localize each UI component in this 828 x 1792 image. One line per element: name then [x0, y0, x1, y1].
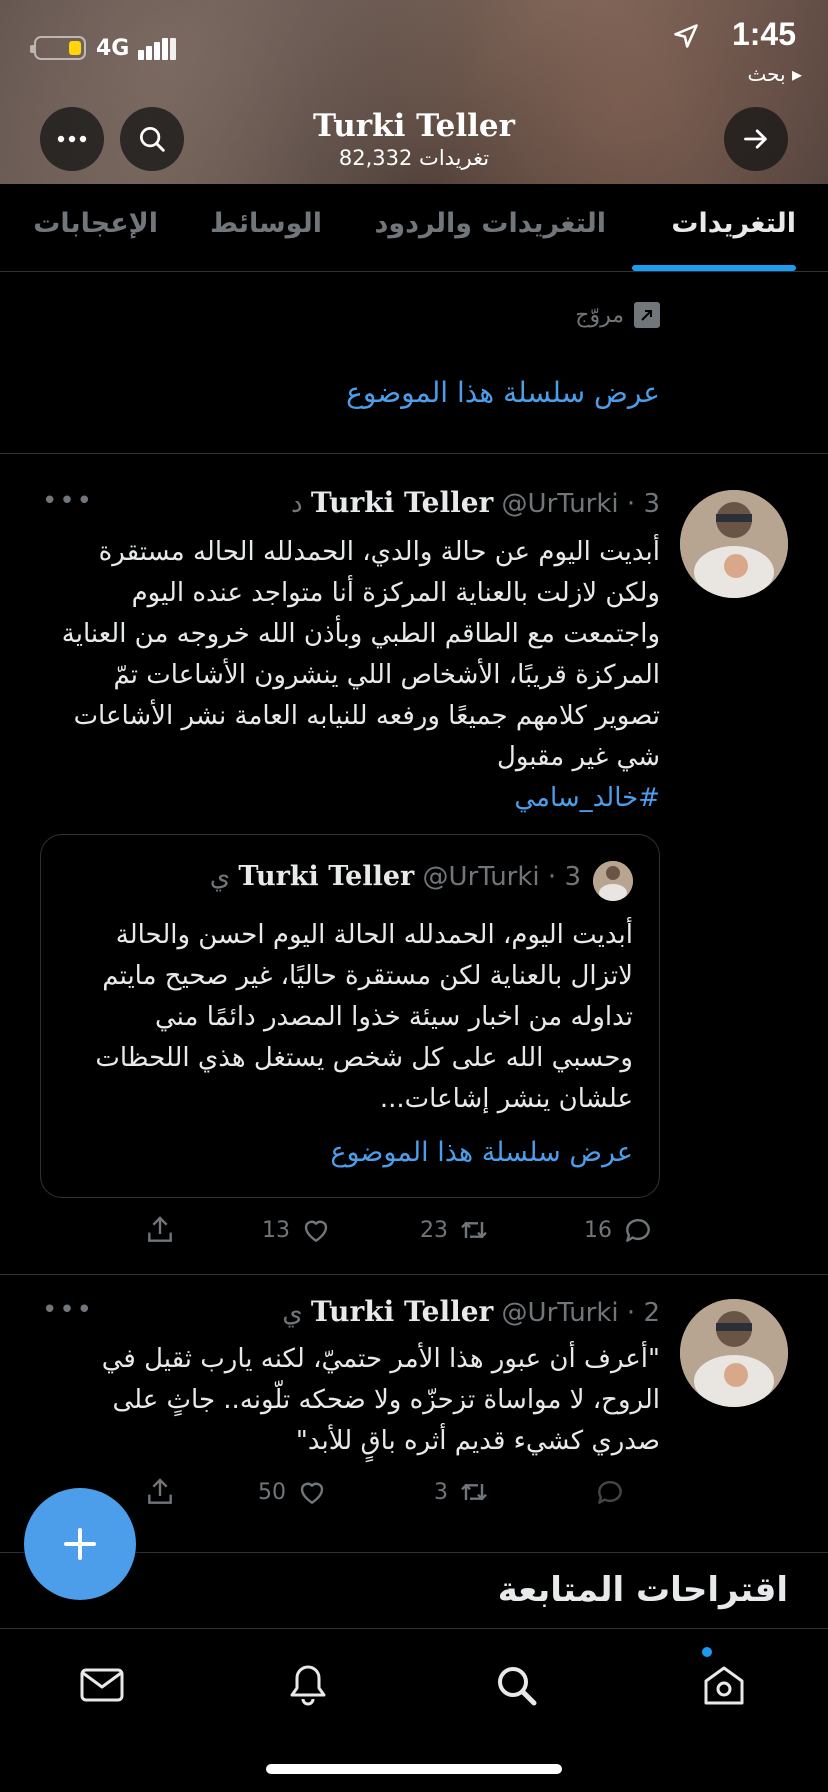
plus-icon [64, 1528, 96, 1560]
tweet-header: Turki Teller @UrTurki · 3 د [291, 486, 660, 526]
bell-icon [290, 1665, 326, 1706]
heart-icon [300, 1482, 324, 1504]
like-count: 50 [258, 1479, 286, 1505]
promoted-icon [634, 302, 660, 328]
like-count: 13 [262, 1217, 290, 1243]
reply-icon [598, 1481, 622, 1504]
tweet-more-button[interactable]: ••• [42, 1295, 94, 1325]
home-icon [704, 1666, 744, 1705]
author-name[interactable]: Turki Teller [311, 486, 493, 519]
author-handle: @UrTurki [501, 1298, 619, 1328]
header-title-block: Turki Teller 82,332 تغريدات [0, 108, 828, 170]
quoted-tweet[interactable]: Turki Teller @UrTurki · 3 ي أبديت اليوم،… [40, 834, 660, 1198]
share-button[interactable] [144, 1214, 176, 1246]
tweet-body-text: أبديت اليوم عن حالة والدي، الحمدلله الحا… [61, 537, 660, 772]
author-handle: @UrTurki [501, 489, 619, 519]
tweet-text: أبديت اليوم عن حالة والدي، الحمدلله الحا… [56, 532, 660, 819]
tweet-count: 82,332 تغريدات [338, 146, 490, 170]
quote-author-handle: @UrTurki [422, 862, 540, 892]
promoted-label-row: مروّج [575, 302, 660, 328]
avatar[interactable] [680, 490, 788, 598]
retweet-icon [461, 1221, 487, 1239]
like-button[interactable]: 50 [258, 1476, 328, 1508]
retweet-icon [461, 1483, 487, 1501]
profile-name: Turki Teller [313, 108, 515, 144]
back-to-search-link[interactable]: بحث ▸ [747, 62, 802, 86]
reply-button[interactable]: 16 [584, 1214, 654, 1246]
status-bar: 4G 1:45 بحث ▸ [0, 0, 828, 100]
home-new-indicator [702, 1647, 712, 1657]
quote-header: Turki Teller @UrTurki · 3 ي [210, 861, 581, 892]
hashtag-link[interactable]: #خالد_سامي [514, 783, 660, 813]
location-arrow-icon [674, 24, 698, 48]
tweet-more-button[interactable]: ••• [42, 486, 94, 516]
retweet-count: 23 [420, 1217, 448, 1243]
retweet-button[interactable]: 23 [420, 1214, 490, 1246]
heart-icon [304, 1220, 328, 1242]
promoted-text: مروّج [575, 302, 624, 328]
share-button[interactable] [144, 1476, 176, 1508]
tab-likes[interactable]: الإعجابات [33, 208, 158, 239]
retweet-count: 3 [434, 1479, 448, 1505]
tab-tweets-and-replies[interactable]: التغريدات والردود [375, 208, 606, 239]
reply-button[interactable] [584, 1476, 626, 1508]
network-type: 4G [96, 36, 130, 61]
tab-tweets[interactable]: التغريدات [671, 208, 796, 239]
reply-icon [626, 1219, 650, 1242]
tweet-header: Turki Teller @UrTurki · 2 ي [282, 1295, 660, 1335]
show-thread-link[interactable]: عرض سلسلة هذا الموضوع [346, 376, 660, 409]
mail-icon [80, 1668, 124, 1702]
reply-count: 16 [584, 1217, 612, 1243]
status-time: 1:45 [731, 16, 796, 52]
avatar[interactable] [680, 1299, 788, 1407]
home-indicator[interactable] [266, 1764, 562, 1774]
who-to-follow-heading: اقتراحات المتابعة [497, 1570, 788, 1610]
search-icon [498, 1667, 537, 1706]
tweet-actions [140, 1236, 660, 1276]
author-name[interactable]: Turki Teller [311, 1295, 493, 1328]
quote-show-thread-link[interactable]: عرض سلسلة هذا الموضوع [330, 1137, 633, 1168]
nav-explore[interactable] [486, 1655, 546, 1715]
nav-messages[interactable] [72, 1655, 132, 1715]
tweet-item[interactable]: Turki Teller @UrTurki · 3 د ••• أبديت ال… [0, 454, 828, 1200]
signal-icon [138, 38, 176, 60]
compose-tweet-button[interactable] [24, 1488, 136, 1600]
like-button[interactable]: 13 [262, 1214, 332, 1246]
nav-home[interactable] [694, 1655, 754, 1715]
quote-avatar [593, 861, 633, 901]
nav-notifications[interactable] [278, 1655, 338, 1715]
quote-text: أبديت اليوم، الحمدلله الحالة اليوم احسن … [95, 920, 633, 1114]
quote-author-name: Turki Teller [238, 861, 415, 892]
profile-header: 4G 1:45 بحث ▸ Turki Teller 82,332 تغريدا… [0, 0, 828, 184]
profile-tabs: التغريدات التغريدات والردود الوسائط الإع… [0, 184, 828, 272]
tab-media[interactable]: الوسائط [210, 208, 322, 239]
timeline: مروّج عرض سلسلة هذا الموضوع Turki Teller… [0, 272, 828, 1628]
active-tab-indicator [632, 265, 796, 271]
tweet-text: "أعرف أن عبور هذا الأمر حتميّ، لكنه يارب… [101, 1344, 660, 1456]
battery-icon [30, 36, 86, 60]
retweet-button[interactable]: 3 [434, 1476, 490, 1508]
share-icon [148, 1216, 172, 1242]
share-icon [148, 1478, 172, 1504]
